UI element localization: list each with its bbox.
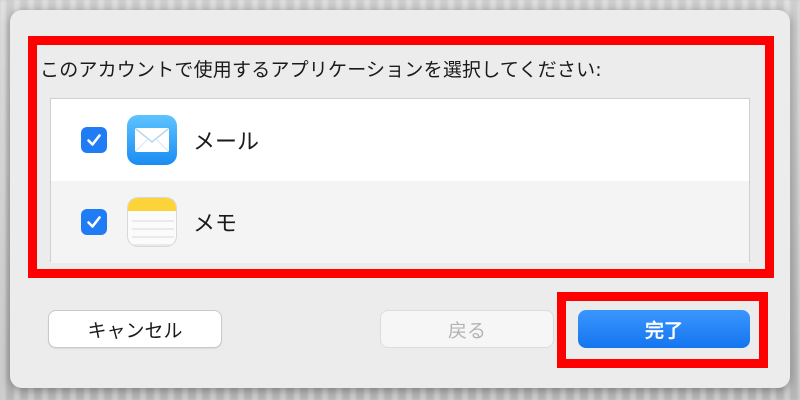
done-button[interactable]: 完了 (578, 310, 750, 348)
mail-checkbox[interactable] (81, 127, 107, 153)
mail-app-icon (127, 115, 177, 165)
checkmark-icon (87, 216, 101, 228)
list-item-notes[interactable]: メモ (51, 181, 749, 263)
back-button[interactable]: 戻る (380, 310, 554, 348)
app-list: メール メモ (50, 98, 750, 263)
dialog-prompt: このアカウントで使用するアプリケーションを選択してください: (40, 59, 602, 81)
notes-checkbox[interactable] (81, 209, 107, 235)
checkmark-icon (87, 134, 101, 146)
notes-app-icon (127, 197, 177, 247)
cancel-button[interactable]: キャンセル (48, 310, 222, 348)
notes-app-label: メモ (193, 212, 238, 237)
mail-app-label: メール (193, 130, 260, 155)
list-item-mail[interactable]: メール (51, 99, 749, 181)
